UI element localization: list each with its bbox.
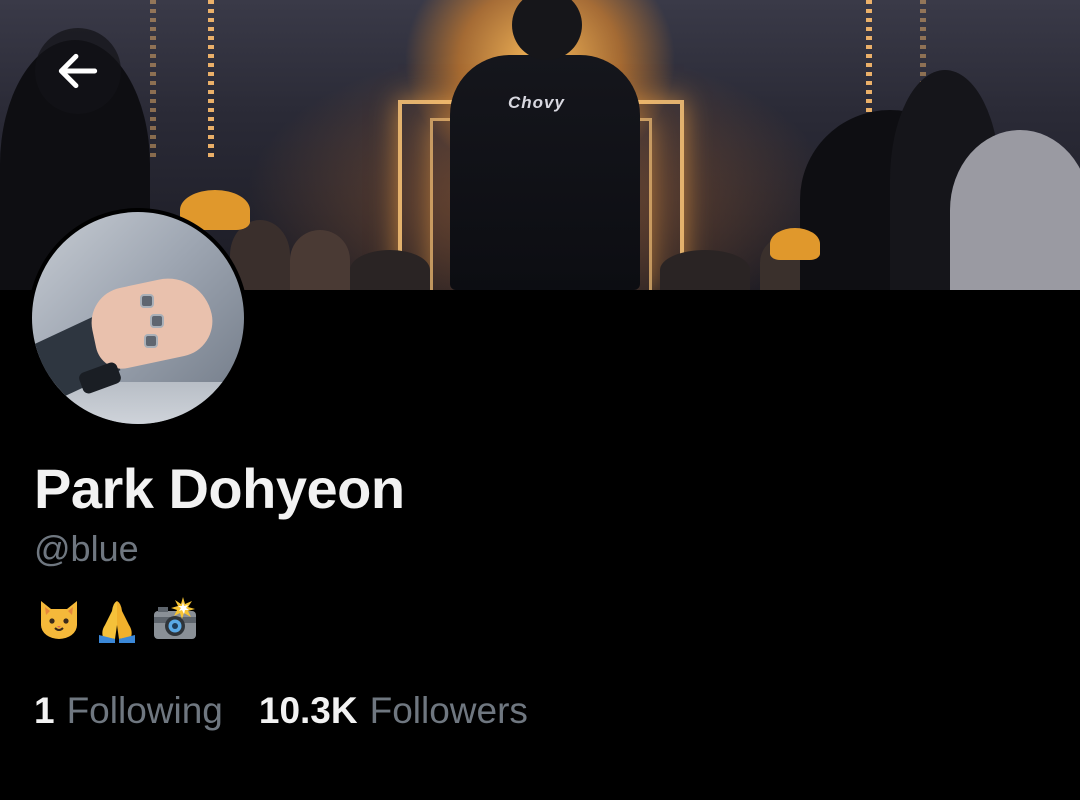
folded-hands-icon [92,594,142,644]
player-figure [450,55,640,290]
camera-with-flash-icon [150,594,200,644]
following-label: Following [66,690,223,731]
back-button[interactable] [35,28,121,114]
cat-face-icon [34,594,84,644]
profile-stats: 1 Following 10.3K Followers [34,690,528,732]
display-name: Park Dohyeon [34,457,405,520]
arrow-left-icon [58,53,98,89]
bio-emojis [34,592,200,646]
followers-label: Followers [369,690,528,731]
followers-count: 10.3K [258,690,358,731]
jersey-text: Chovy [508,93,565,112]
following-count: 1 [34,690,55,731]
following-stat[interactable]: 1 Following [34,690,223,732]
profile-avatar[interactable] [28,208,248,428]
followers-stat[interactable]: 10.3K Followers [259,690,528,732]
username-handle: @blue [34,528,139,569]
player-head [512,0,582,60]
